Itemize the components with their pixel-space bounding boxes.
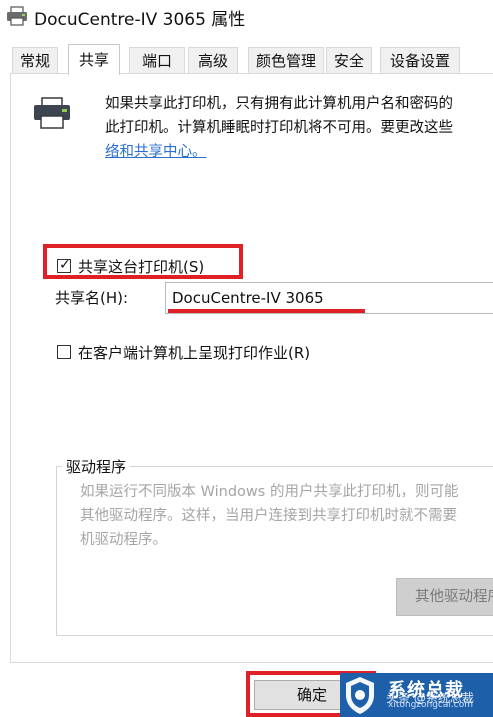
share-printer-checkbox[interactable]: ✓ — [57, 257, 71, 273]
other-drivers-button[interactable]: 其他驱动程序 — [396, 578, 493, 616]
drivers-text-line-2: 其他驱动程序。这样，当用户连接到共享打印机时就不需要 — [80, 508, 457, 524]
tab-sharing[interactable]: 共享 — [68, 44, 120, 75]
tab-device-settings[interactable]: 设备设置 — [380, 47, 460, 74]
network-sharing-center-link[interactable]: 络和共享中心。 — [105, 144, 207, 160]
tab-ports[interactable]: 端口 — [129, 47, 185, 74]
drivers-text-line-1: 如果运行不同版本 Windows 的用户共享此打印机，则可能 — [80, 484, 459, 500]
drivers-description: 如果运行不同版本 Windows 的用户共享此打印机，则可能 其他驱动程序。这样… — [80, 480, 493, 552]
printer-icon — [7, 6, 27, 26]
tab-color-management[interactable]: 颜色管理 — [248, 47, 324, 74]
tab-general[interactable]: 常规 — [12, 47, 58, 74]
checkmark-icon: ✓ — [59, 257, 71, 273]
render-jobs-checkbox[interactable] — [57, 345, 71, 359]
drivers-group-title: 驱动程序 — [62, 456, 131, 477]
tab-security[interactable]: 安全 — [326, 47, 372, 74]
window-title: DocuCentre-IV 3065 属性 — [34, 10, 246, 30]
share-printer-label: 共享这台打印机(S) — [78, 258, 205, 276]
drivers-text-line-3: 机驱动程序。 — [80, 532, 167, 548]
description-line-2: 此打印机。计算机睡眠时打印机将不可用。要更改这些 — [105, 120, 453, 136]
share-name-input[interactable] — [165, 282, 493, 314]
tab-strip: 常规 共享 端口 高级 颜色管理 安全 设备设置 — [0, 44, 493, 75]
shield-logo-icon — [346, 677, 374, 714]
share-name-label: 共享名(H): — [55, 289, 129, 307]
shared-printer-icon — [34, 97, 70, 129]
title-bar: DocuCentre-IV 3065 属性 — [0, 0, 493, 36]
tab-advanced[interactable]: 高级 — [188, 47, 238, 74]
sharing-description: 如果共享此打印机，只有拥有此计算机用户名和密码的 此打印机。计算机睡眠时打印机将… — [105, 92, 493, 164]
render-jobs-label: 在客户端计算机上呈现打印作业(R) — [78, 344, 311, 362]
watermark-overlay-text: 头条 @系统总裁 — [386, 691, 474, 705]
description-line-1: 如果共享此打印机，只有拥有此计算机用户名和密码的 — [105, 96, 453, 112]
